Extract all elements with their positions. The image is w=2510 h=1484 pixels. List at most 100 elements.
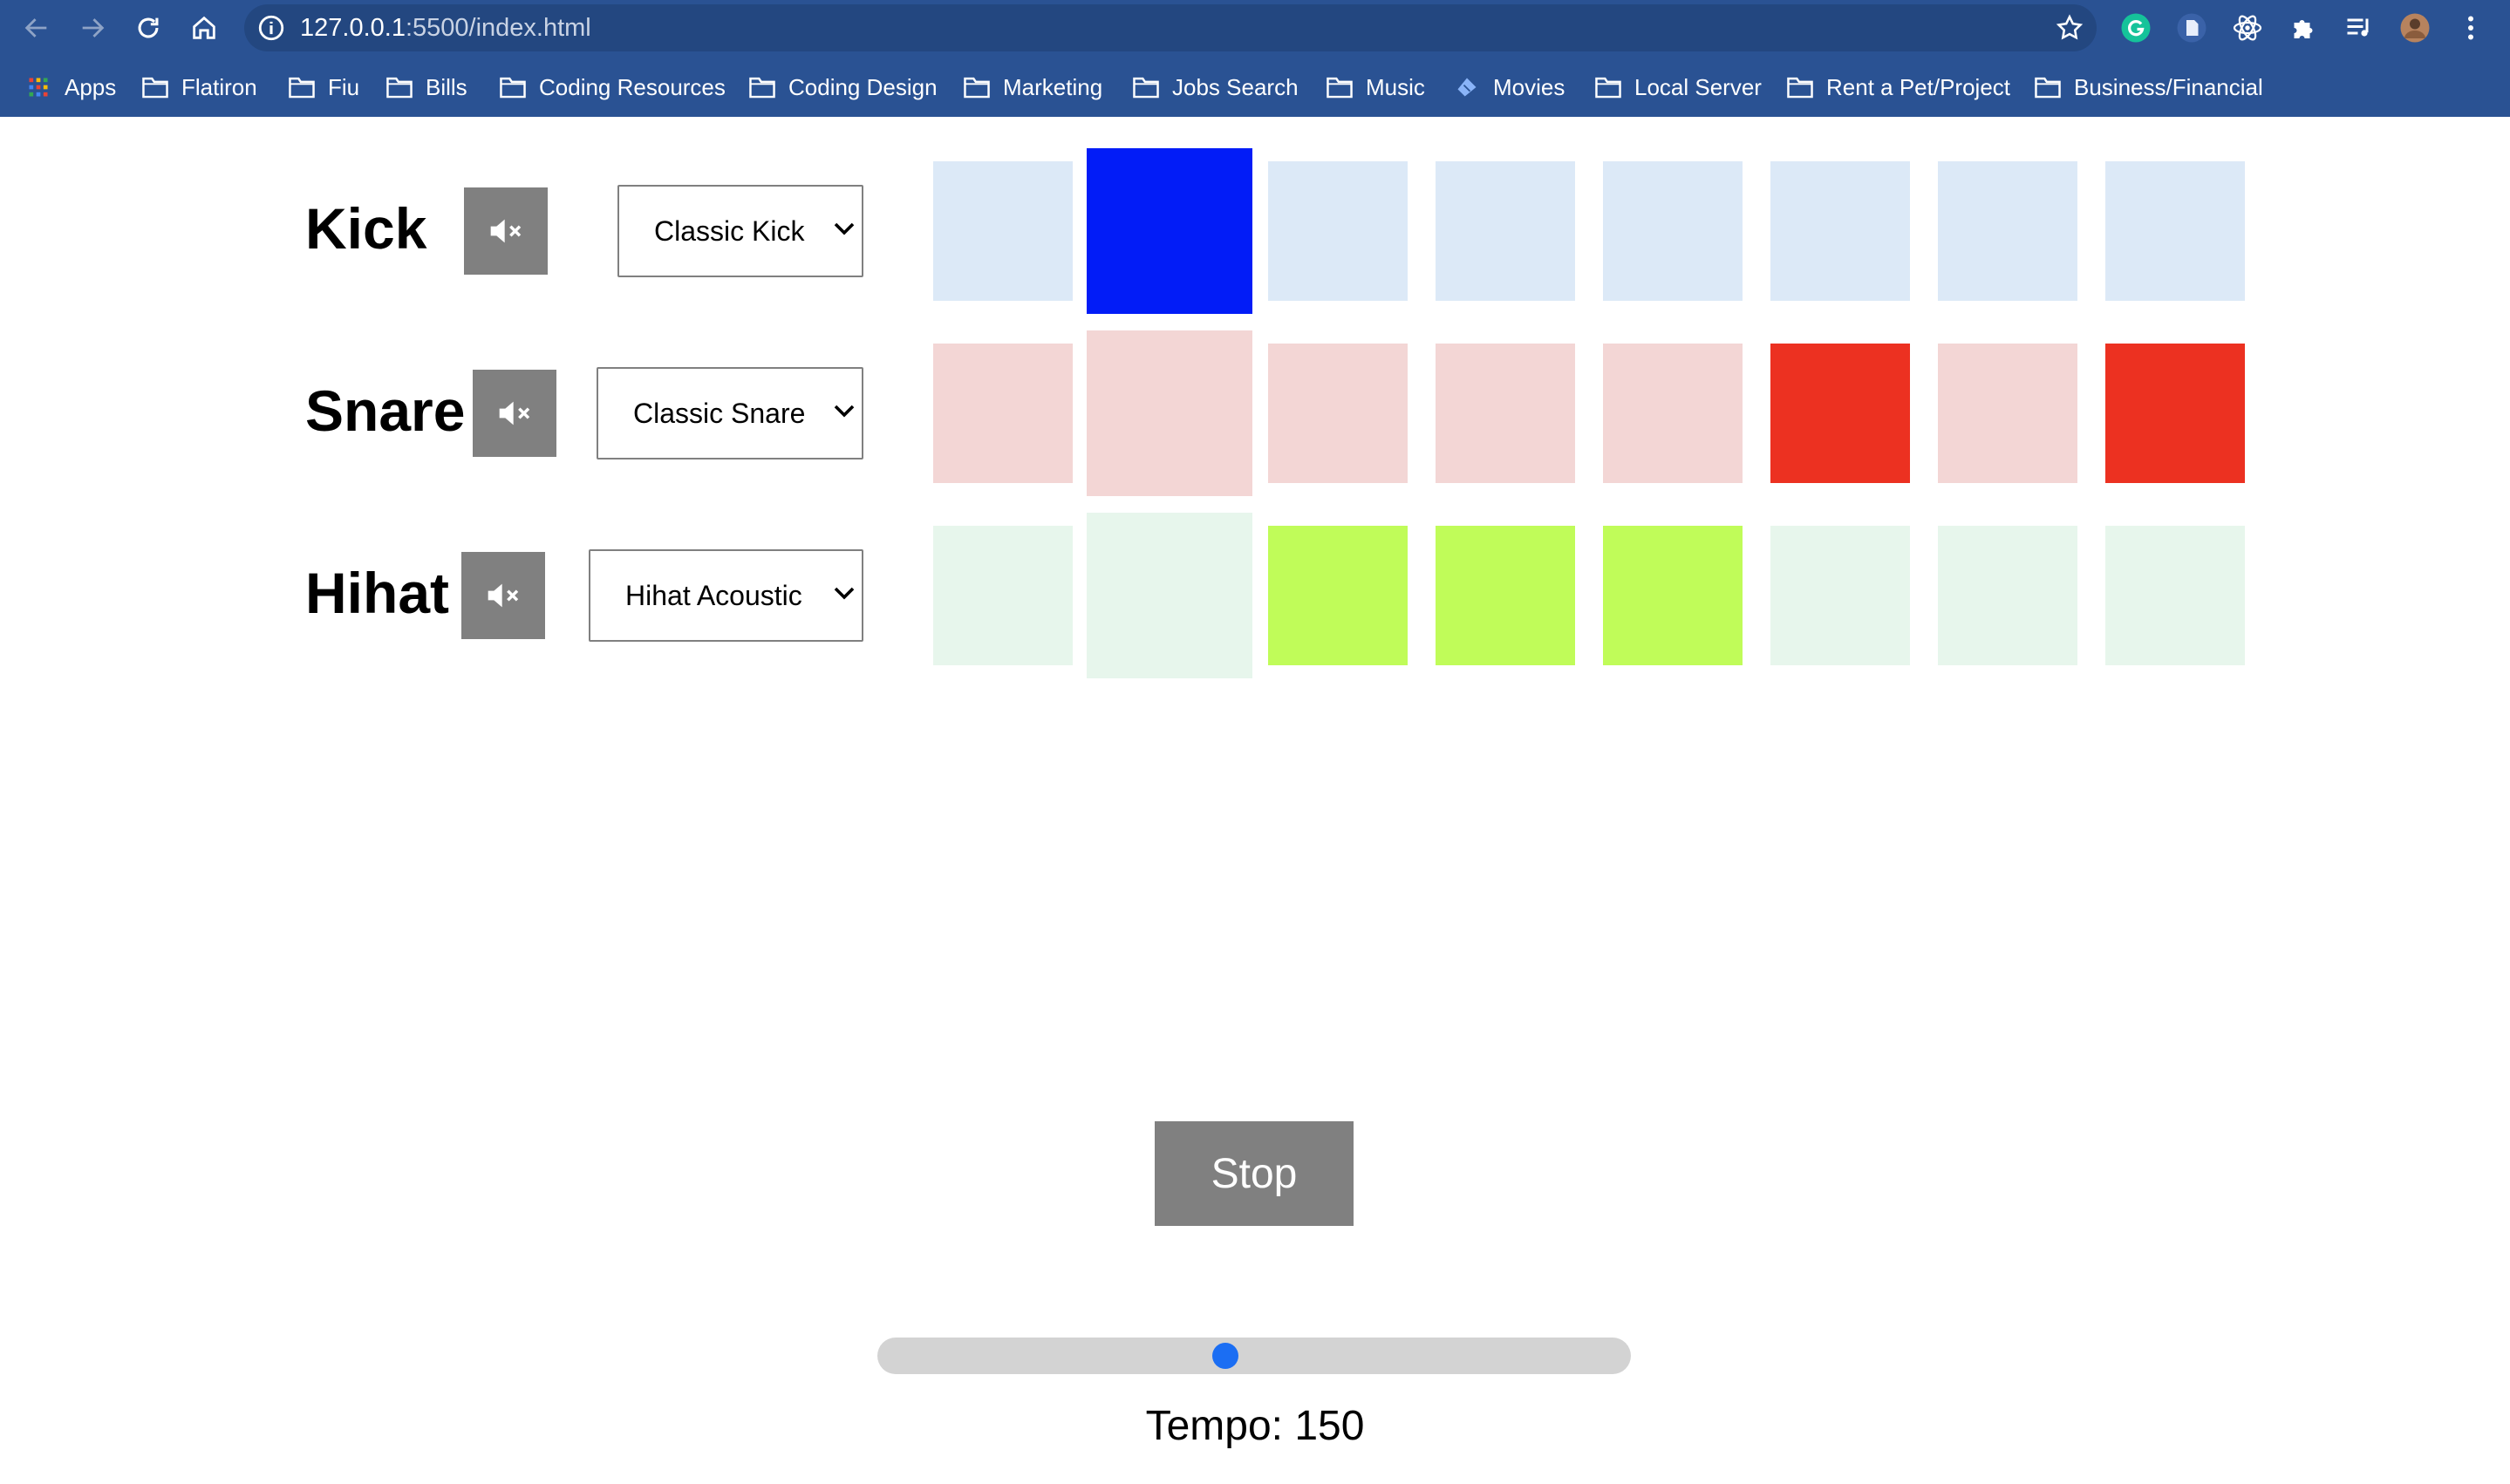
bookmark-music[interactable]: Music bbox=[1326, 63, 1425, 112]
grammarly-extension[interactable] bbox=[2119, 11, 2152, 44]
home-icon bbox=[193, 16, 215, 39]
bookmark-label: Jobs Search bbox=[1172, 73, 1299, 100]
bookmark-local-server[interactable]: Local Server bbox=[1594, 63, 1762, 112]
pad-hihat-7[interactable] bbox=[1938, 526, 2077, 665]
bookmarks-bar: Apps Flatiron Fiu Bills Coding Resources Codi… bbox=[0, 63, 2510, 112]
pad-snare-3[interactable] bbox=[1268, 344, 1408, 483]
bookmark-label: Coding Design bbox=[788, 73, 938, 100]
folder-icon bbox=[1787, 77, 1813, 99]
tempo-slider-thumb[interactable] bbox=[1211, 1343, 1238, 1369]
address-bar[interactable]: 127.0.0.1:5500/index.html bbox=[244, 4, 2097, 51]
sound-select-kick[interactable]: Classic Kick bbox=[617, 185, 863, 277]
pad-kick-4[interactable] bbox=[1436, 161, 1575, 301]
pad-snare-6[interactable] bbox=[1770, 344, 1910, 483]
chevron-down-icon bbox=[834, 405, 855, 418]
pad-kick-7[interactable] bbox=[1938, 161, 2077, 301]
pad-kick-3[interactable] bbox=[1268, 161, 1408, 301]
pad-hihat-5[interactable] bbox=[1603, 526, 1743, 665]
grammarly-icon bbox=[2121, 13, 2151, 43]
bookmark-flatiron[interactable]: Flatiron bbox=[141, 63, 257, 112]
volume-mute-icon bbox=[499, 401, 530, 425]
bookmark-label: Apps bbox=[65, 73, 117, 100]
sound-select-value: Classic Kick bbox=[654, 214, 805, 247]
puzzle-piece-icon bbox=[2294, 20, 2313, 38]
pad-kick-6[interactable] bbox=[1770, 161, 1910, 301]
pad-hihat-2[interactable] bbox=[1087, 513, 1252, 678]
url-text: 127.0.0.1:5500/index.html bbox=[300, 14, 591, 42]
folder-icon bbox=[2035, 77, 2061, 99]
avatar-icon bbox=[2400, 13, 2430, 43]
docs-extension[interactable] bbox=[2175, 11, 2208, 44]
pad-snare-7[interactable] bbox=[1938, 344, 2077, 483]
bookmark-coding-design[interactable]: Coding Design bbox=[748, 63, 938, 112]
pad-kick-1[interactable] bbox=[933, 161, 1073, 301]
bookmark-label: Bills bbox=[426, 73, 467, 100]
bookmark-label: Rent a Pet/Project bbox=[1826, 73, 2010, 100]
bookmark-label: Music bbox=[1366, 73, 1425, 100]
bookmark-jobs-search[interactable]: Jobs Search bbox=[1132, 63, 1299, 112]
bookmark-marketing[interactable]: Marketing bbox=[963, 63, 1102, 112]
pad-kick-5[interactable] bbox=[1603, 161, 1743, 301]
tempo-slider[interactable] bbox=[877, 1338, 1631, 1374]
bookmark-label: Movies bbox=[1493, 73, 1565, 100]
bookmark-coding-resources[interactable]: Coding Resources bbox=[499, 63, 726, 112]
arrow-left-icon bbox=[24, 18, 47, 37]
kebab-menu-icon bbox=[2468, 16, 2473, 40]
apps-grid-icon bbox=[29, 78, 48, 97]
pad-snare-4[interactable] bbox=[1436, 344, 1575, 483]
mute-button-hihat[interactable] bbox=[461, 552, 545, 639]
react-devtools-extension[interactable] bbox=[2231, 11, 2264, 44]
pad-snare-8[interactable] bbox=[2105, 344, 2245, 483]
bookmark-rent-a-pet-project[interactable]: Rent a Pet/Project bbox=[1786, 63, 2010, 112]
stop-button[interactable]: Stop bbox=[1155, 1121, 1354, 1226]
pad-hihat-6[interactable] bbox=[1770, 526, 1910, 665]
volume-mute-icon bbox=[488, 583, 519, 608]
pad-hihat-3[interactable] bbox=[1268, 526, 1408, 665]
mute-button-snare[interactable] bbox=[473, 370, 556, 457]
folder-icon bbox=[142, 77, 168, 99]
extensions-button[interactable] bbox=[2287, 11, 2320, 44]
pad-kick-8[interactable] bbox=[2105, 161, 2245, 301]
bookmark-label: Marketing bbox=[1003, 73, 1103, 100]
bookmark-bills[interactable]: Bills bbox=[385, 63, 467, 112]
pad-snare-2[interactable] bbox=[1087, 330, 1252, 496]
forward-button[interactable] bbox=[72, 7, 113, 49]
pad-hihat-4[interactable] bbox=[1436, 526, 1575, 665]
browser-toolbar: 127.0.0.1:5500/index.html bbox=[0, 0, 2510, 56]
bookmark-business-financial[interactable]: Business/Financial bbox=[2034, 63, 2263, 112]
pad-hihat-1[interactable] bbox=[933, 526, 1073, 665]
reload-button[interactable] bbox=[127, 7, 169, 49]
sound-select-hihat[interactable]: Hihat Acoustic bbox=[589, 549, 863, 642]
bookmark-label: Local Server bbox=[1634, 73, 1762, 100]
folder-icon bbox=[289, 77, 315, 99]
pad-snare-1[interactable] bbox=[933, 344, 1073, 483]
chevron-down-icon bbox=[834, 222, 855, 235]
folder-icon bbox=[1327, 77, 1353, 99]
bookmark-star-icon[interactable] bbox=[2055, 13, 2084, 43]
pad-kick-2[interactable] bbox=[1087, 148, 1252, 314]
pad-hihat-8[interactable] bbox=[2105, 526, 2245, 665]
media-controls-button[interactable] bbox=[2343, 11, 2376, 44]
bookmark-fiu[interactable]: Fiu bbox=[288, 63, 359, 112]
arrow-right-icon bbox=[82, 18, 105, 37]
bookmark-label: Fiu bbox=[328, 73, 360, 100]
folder-icon bbox=[500, 77, 526, 99]
bookmark-movies[interactable]: Movies bbox=[1453, 63, 1565, 112]
browser-chrome: 127.0.0.1:5500/index.html Apps Flatiron Fi… bbox=[0, 0, 2510, 117]
document-icon bbox=[2177, 13, 2206, 43]
track-label-snare: Snare bbox=[305, 378, 466, 443]
pad-snare-5[interactable] bbox=[1603, 344, 1743, 483]
sound-select-snare[interactable]: Classic Snare bbox=[597, 367, 863, 459]
bookmark-apps[interactable]: Apps bbox=[24, 63, 116, 112]
mute-button-kick[interactable] bbox=[464, 187, 548, 275]
home-button[interactable] bbox=[183, 7, 225, 49]
track-label-hihat: Hihat bbox=[305, 561, 449, 625]
sound-select-value: Classic Snare bbox=[633, 397, 806, 429]
profile-avatar[interactable] bbox=[2398, 11, 2432, 44]
volume-mute-icon bbox=[490, 219, 522, 243]
folder-icon bbox=[964, 77, 990, 99]
reload-icon bbox=[138, 17, 159, 38]
tempo-label: Tempo: 150 bbox=[1145, 1403, 1365, 1449]
back-button[interactable] bbox=[16, 7, 58, 49]
browser-menu-button[interactable] bbox=[2454, 11, 2487, 44]
